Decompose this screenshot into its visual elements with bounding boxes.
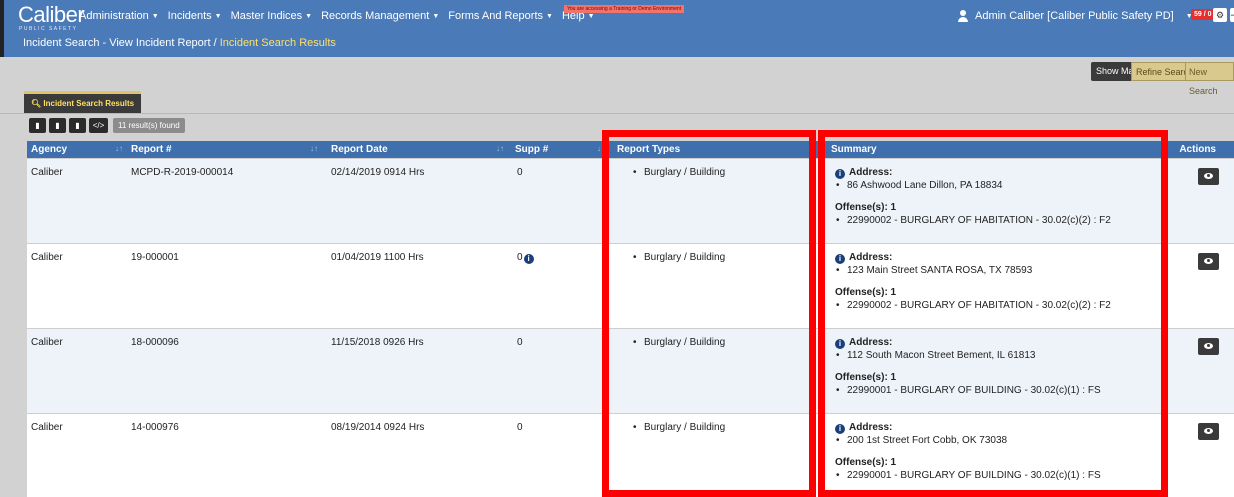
info-icon[interactable]: i xyxy=(523,254,534,264)
col-actions: Actions xyxy=(1179,144,1216,155)
cell-supp: 0 xyxy=(517,337,523,348)
nav-master-indices[interactable]: Master Indices ▼ xyxy=(231,10,312,22)
user-menu[interactable]: Admin Caliber [Caliber Public Safety PD]… xyxy=(957,10,1193,22)
code-icon[interactable]: </> xyxy=(89,118,108,133)
new-search-button[interactable]: New Search xyxy=(1185,62,1234,96)
col-report-date[interactable]: Report Date xyxy=(331,144,388,155)
cell-supp: 0i xyxy=(517,252,538,264)
cell-agency: Caliber xyxy=(31,167,63,178)
col-agency[interactable]: Agency xyxy=(31,144,67,155)
main-nav: Administration ▼ Incidents ▼ Master Indice… xyxy=(79,10,604,22)
cell-agency: Caliber xyxy=(31,422,63,433)
cell-supp: 0 xyxy=(517,167,523,178)
export-excel-icon[interactable]: ▮ xyxy=(49,118,66,133)
tab-divider xyxy=(0,113,1234,114)
top-navbar: Caliber PUBLIC SAFETY Administration ▼ In… xyxy=(0,0,1234,57)
cell-report-date: 11/15/2018 0926 Hrs xyxy=(331,337,424,348)
tab-incident-search-results[interactable]: 🔍︎ Incident Search Results xyxy=(24,91,142,114)
settings-icon[interactable]: ⚙ xyxy=(1213,8,1227,22)
view-icon[interactable] xyxy=(1198,253,1219,270)
cell-agency: Caliber xyxy=(31,337,63,348)
cell-report[interactable]: 18-000096 xyxy=(131,337,179,348)
export-pdf-icon[interactable]: ▮ xyxy=(29,118,46,133)
highlight-summary xyxy=(818,130,1168,497)
logo-subtext: PUBLIC SAFETY xyxy=(19,26,78,32)
cell-supp: 0 xyxy=(517,422,523,433)
cell-report[interactable]: 19-000001 xyxy=(131,252,179,263)
cell-report-date: 08/19/2014 0924 Hrs xyxy=(331,422,425,433)
breadcrumb-parent[interactable]: Incident Search - View Incident Report xyxy=(23,37,211,49)
view-icon[interactable] xyxy=(1198,338,1219,355)
cell-report[interactable]: 14-000976 xyxy=(131,422,179,433)
notification-counter[interactable]: 59 / 0 xyxy=(1191,9,1215,20)
result-count-badge: 11 result(s) found xyxy=(113,118,185,133)
cell-report-date: 01/04/2019 1100 Hrs xyxy=(331,252,424,263)
cell-report-date: 02/14/2019 0914 Hrs xyxy=(331,167,425,178)
user-name: Admin Caliber [Caliber Public Safety PD] xyxy=(975,10,1174,22)
sort-icon[interactable]: ↓↑ xyxy=(115,144,123,153)
breadcrumb-current: Incident Search Results xyxy=(219,37,336,49)
nav-incidents[interactable]: Incidents ▼ xyxy=(168,10,222,22)
sort-icon[interactable]: ↓↑ xyxy=(496,144,504,153)
nav-records-management[interactable]: Records Management ▼ xyxy=(321,10,439,22)
col-supp[interactable]: Supp # xyxy=(515,144,548,155)
nav-administration[interactable]: Administration ▼ xyxy=(79,10,159,22)
cell-agency: Caliber xyxy=(31,252,63,263)
col-report[interactable]: Report # xyxy=(131,144,172,155)
logo-text: Caliber xyxy=(18,2,85,27)
export-csv-icon[interactable]: ▮ xyxy=(69,118,86,133)
caliber-logo[interactable]: Caliber PUBLIC SAFETY xyxy=(18,2,85,33)
environment-notice: You are accessing a Training or Demo Env… xyxy=(564,5,685,13)
view-icon[interactable] xyxy=(1198,168,1219,185)
highlight-report-types xyxy=(602,130,816,497)
breadcrumb: Incident Search - View Incident Report /… xyxy=(23,37,336,49)
user-icon xyxy=(957,10,969,22)
logout-icon[interactable]: ⇥ xyxy=(1230,8,1234,22)
view-icon[interactable] xyxy=(1198,423,1219,440)
sort-icon[interactable]: ↓↑ xyxy=(310,144,318,153)
search-icon: 🔍︎ xyxy=(31,99,44,108)
nav-forms-and-reports[interactable]: Forms And Reports ▼ xyxy=(448,10,553,22)
cell-report[interactable]: MCPD-R-2019-000014 xyxy=(131,167,233,178)
breadcrumb-separator: / xyxy=(213,37,217,49)
